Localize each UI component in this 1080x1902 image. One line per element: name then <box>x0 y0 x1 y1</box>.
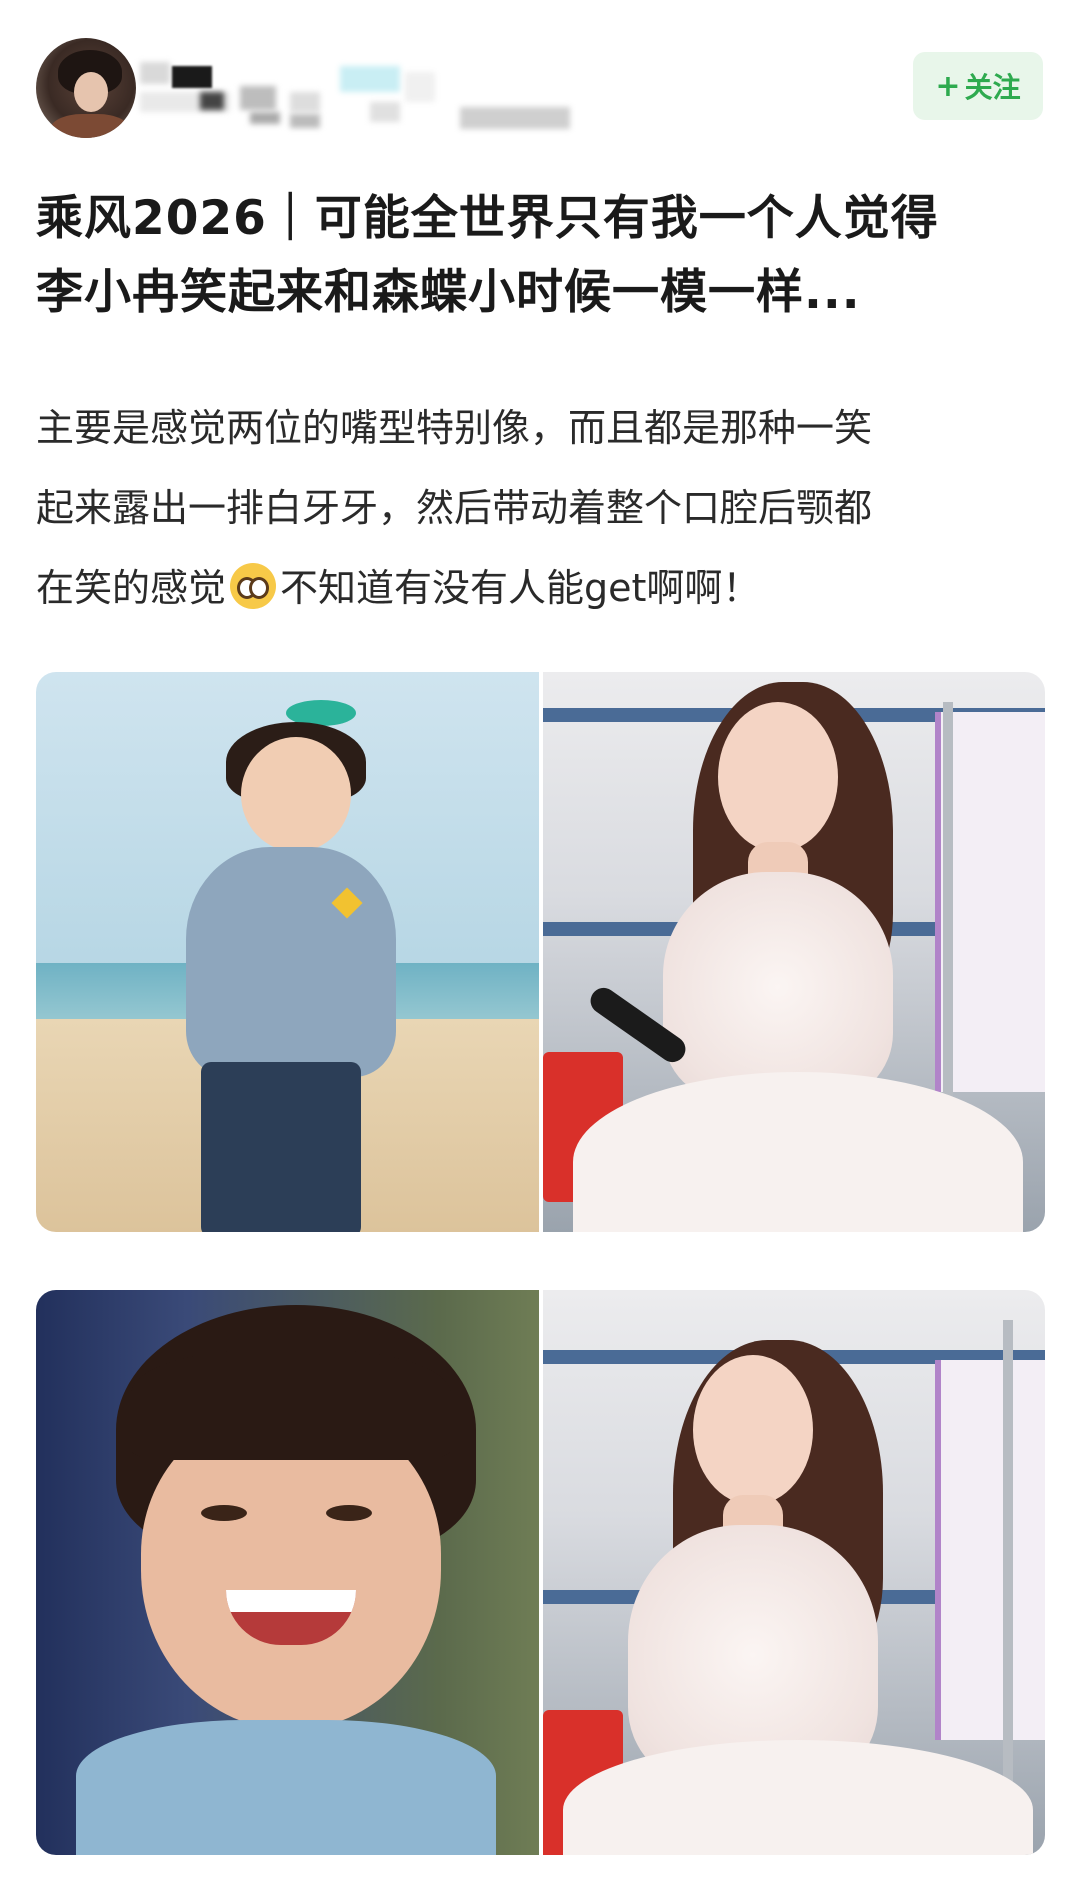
post-image-row-1 <box>36 672 1045 1232</box>
post-body-line-2: 起来露出一排白牙牙，然后带动着整个口腔后颚都 <box>36 486 873 530</box>
post-image-child-beach[interactable] <box>36 672 539 1232</box>
post-body-line-3-part-b: 不知道有没有人能get啊啊！ <box>280 566 761 610</box>
post-image-woman-stage-2[interactable] <box>543 1290 1045 1855</box>
post-body-line-3-part-a: 在笑的感觉 <box>36 566 227 610</box>
author-name-redacted[interactable] <box>140 52 570 132</box>
follow-label: 关注 <box>964 71 1021 104</box>
plus-icon: + <box>935 68 961 104</box>
post-image-woman-stage-1[interactable] <box>543 672 1045 1232</box>
post-body-line-3: 在笑的感觉 不知道有没有人能get啊啊！ <box>36 548 1046 628</box>
follow-button[interactable]: + 关注 <box>913 52 1043 120</box>
post-title-line-2: 李小冉笑起来和森蝶小时候一模一样... <box>36 265 861 320</box>
author-avatar[interactable] <box>36 38 136 138</box>
post-title[interactable]: 乘风2026｜可能全世界只有我一个人觉得 李小冉笑起来和森蝶小时候一模一样... <box>36 182 1046 330</box>
post-image-row-2 <box>36 1290 1045 1855</box>
post-header: + 关注 <box>0 0 1080 160</box>
post-image-child-closeup[interactable] <box>36 1290 539 1855</box>
post-body-line-1: 主要是感觉两位的嘴型特别像，而且都是那种一笑 <box>36 406 873 450</box>
post-body: 主要是感觉两位的嘴型特别像，而且都是那种一笑 起来露出一排白牙牙，然后带动着整个… <box>36 388 1046 628</box>
pleading-face-emoji-icon <box>230 563 277 609</box>
post-title-line-1: 乘风2026｜可能全世界只有我一个人觉得 <box>36 191 939 246</box>
